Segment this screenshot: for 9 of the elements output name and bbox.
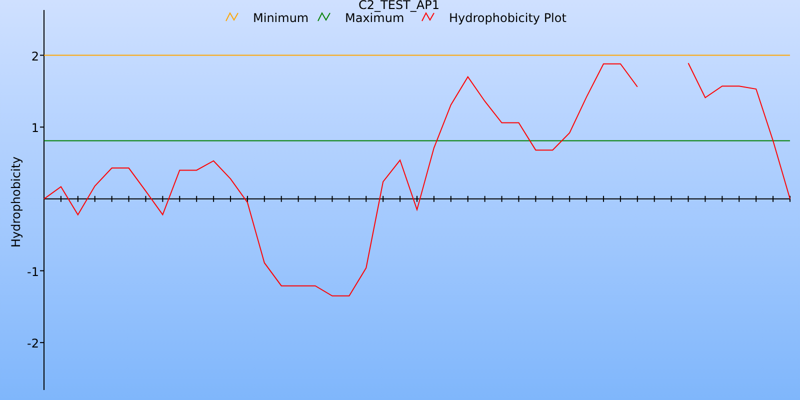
chart-title: C2_TEST_AP1 [358,0,440,12]
y-tick-label: 1 [31,121,39,136]
legend-label: Hydrophobicity Plot [449,11,566,25]
legend-label: Maximum [345,11,404,25]
y-axis-label: Hydrophobicity [9,156,23,248]
y-tick-label: -2 [27,336,39,351]
y-tick-label: -1 [27,264,39,279]
y-tick-label: 2 [31,49,39,64]
legend-label: Minimum [253,11,309,25]
